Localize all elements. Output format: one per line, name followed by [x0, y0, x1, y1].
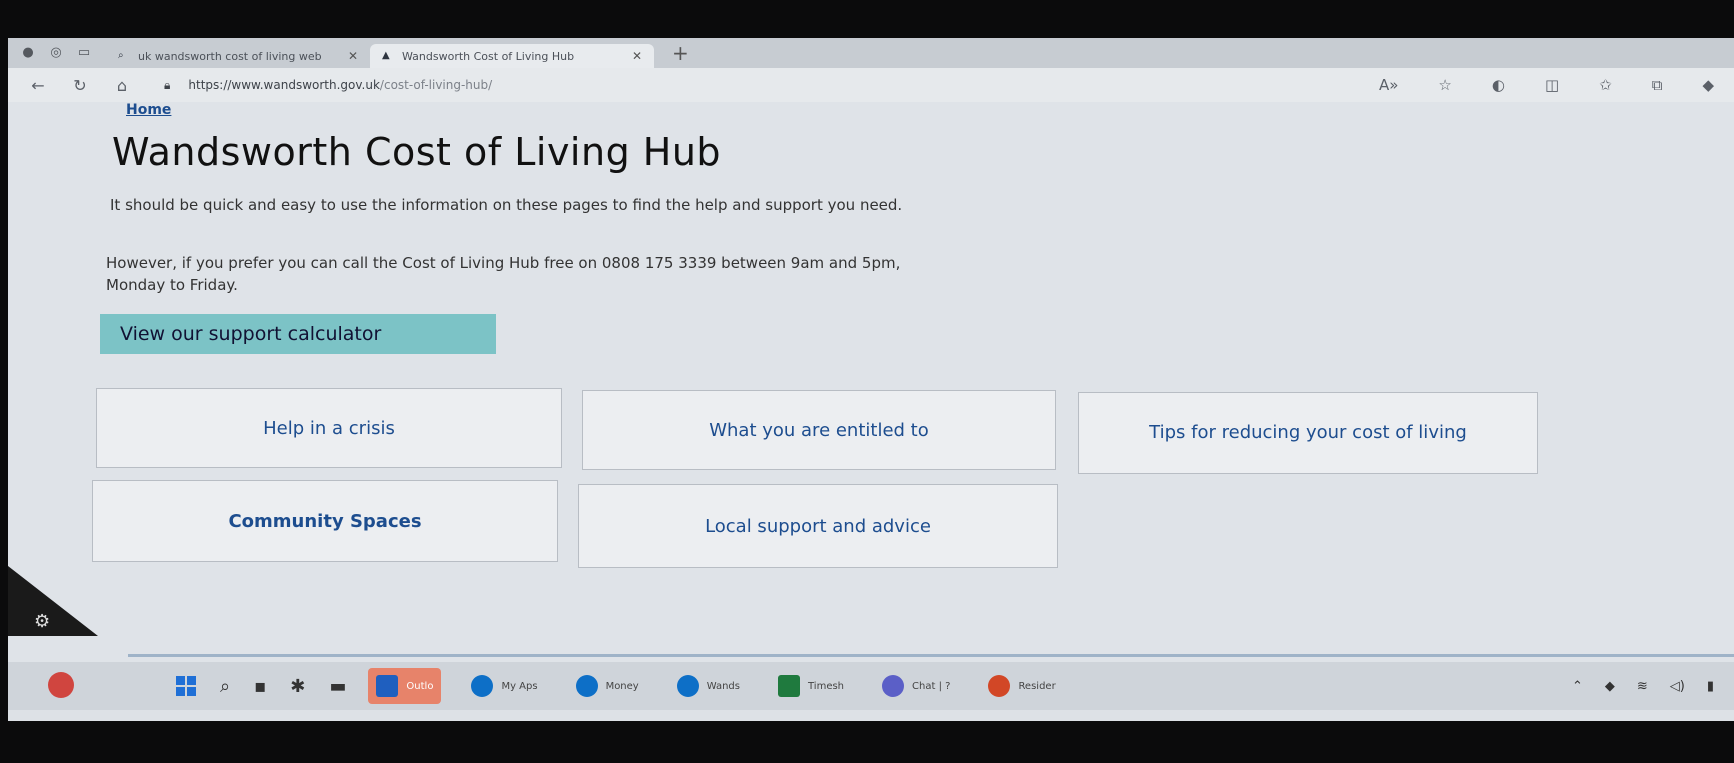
tab-bar: ● ◎ ▭ ⌕ uk wandsworth cost of living web… [8, 38, 1734, 68]
browser-toolbar: A» ☆ ◐ ◫ ✩ ⧉ ◆ [1339, 68, 1714, 102]
edge-icon [575, 675, 598, 697]
profile-icon[interactable]: ● [20, 45, 36, 61]
taskbar-app-label: Money [605, 680, 639, 692]
teams-icon[interactable]: ✱ [290, 676, 305, 697]
taskbar-app-label: Timesh [808, 680, 845, 692]
tile-reducing-cost[interactable]: Tips for reducing your cost of living [1078, 392, 1538, 474]
url-path: /cost-of-living-hub/ [379, 78, 493, 92]
tile-entitled-to[interactable]: What you are entitled to [582, 390, 1056, 470]
edge-icon [471, 675, 494, 697]
new-tab-icon[interactable]: + [672, 41, 689, 65]
outlook-icon [376, 675, 399, 697]
extension-icon[interactable]: ◐ [1492, 76, 1505, 94]
home-icon[interactable]: ⌂ [110, 76, 134, 95]
support-calculator-button[interactable]: View our support calculator [100, 314, 496, 354]
read-aloud-icon[interactable]: A» [1379, 76, 1398, 94]
tab-search[interactable]: ⌕ uk wandsworth cost of living web ✕ [106, 44, 370, 68]
taskbar-app-outlook[interactable]: Outlo [368, 668, 442, 704]
taskbar-app-wands[interactable]: Wands [669, 668, 748, 704]
taskbar: ⌕ ▪ ✱ ▬ Outlo My Aps Money Wands Timesh … [8, 662, 1734, 710]
weather-icon[interactable] [48, 672, 74, 698]
tab-actions-icon[interactable]: ▭ [76, 45, 92, 61]
teams-icon [882, 675, 905, 697]
taskbar-app-resider[interactable]: Resider [980, 668, 1063, 704]
edge-icon [676, 675, 699, 697]
refresh-icon[interactable]: ↻ [68, 76, 92, 95]
tile-local-support[interactable]: Local support and advice [578, 484, 1058, 568]
collections-icon[interactable]: ⧉ [1652, 76, 1663, 94]
site-favicon-icon: ▲ [382, 50, 390, 61]
tile-help-in-crisis[interactable]: Help in a crisis [96, 388, 562, 468]
taskbar-app-label: Resider [1018, 680, 1056, 692]
taskbar-app-label: Wands [706, 680, 740, 692]
powerpoint-icon [988, 675, 1011, 697]
start-button[interactable] [176, 676, 196, 696]
page-title: Wandsworth Cost of Living Hub [112, 130, 722, 174]
favorites-icon[interactable]: ✩ [1599, 76, 1612, 94]
taskbar-app-chat[interactable]: Chat | ? [874, 668, 958, 704]
workspaces-icon[interactable]: ◎ [48, 45, 64, 61]
taskbar-app-label: Outlo [406, 680, 434, 692]
favorite-star-icon[interactable]: ☆ [1438, 76, 1451, 94]
phone-text: However, if you prefer you can call the … [106, 254, 901, 294]
system-tray: ⌃ ◆ ≋ ◁) ▮ [1550, 662, 1714, 710]
settings-corner [8, 566, 98, 636]
url-host: https://www.wandsworth.gov.uk [188, 78, 380, 92]
excel-icon [778, 675, 800, 697]
close-tab-icon[interactable]: ✕ [348, 49, 358, 63]
divider [128, 654, 1734, 657]
back-icon[interactable]: ← [26, 76, 50, 95]
wifi-icon[interactable]: ≋ [1637, 679, 1648, 694]
taskbar-app-money[interactable]: Money [568, 668, 647, 704]
search-icon: ⌕ [118, 50, 124, 61]
copilot-icon[interactable]: ◆ [1702, 76, 1714, 94]
search-icon[interactable]: ⌕ [220, 676, 230, 697]
url-field[interactable]: 🔒︎ https://www.wandsworth.gov.uk /cost-o… [164, 78, 492, 93]
taskbar-app-timesh[interactable]: Timesh [770, 668, 852, 704]
tab-search-label: uk wandsworth cost of living web [138, 49, 322, 63]
taskbar-app-label: Chat | ? [912, 680, 951, 692]
tile-community-spaces[interactable]: Community Spaces [92, 480, 558, 562]
volume-icon[interactable]: ◁) [1670, 679, 1685, 694]
gear-icon[interactable]: ⚙ [34, 611, 50, 632]
taskbar-app-myapps[interactable]: My Aps [463, 668, 545, 704]
file-explorer-icon[interactable]: ▬ [329, 676, 346, 697]
battery-icon[interactable]: ▮ [1707, 679, 1714, 694]
task-view-icon[interactable]: ▪ [254, 676, 266, 697]
security-icon[interactable]: ◆ [1605, 679, 1615, 694]
split-screen-icon[interactable]: ◫ [1545, 76, 1559, 94]
close-tab-icon[interactable]: ✕ [632, 49, 642, 63]
tab-wandsworth[interactable]: ▲ Wandsworth Cost of Living Hub ✕ [370, 44, 654, 68]
lock-icon[interactable]: 🔒︎ [164, 78, 170, 93]
taskbar-app-label: My Aps [501, 680, 538, 692]
intro-text: It should be quick and easy to use the i… [110, 196, 903, 214]
page-content: Home Wandsworth Cost of Living Hub It sh… [8, 102, 1734, 662]
screen: ● ◎ ▭ ⌕ uk wandsworth cost of living web… [8, 38, 1734, 721]
breadcrumb-home[interactable]: Home [126, 102, 171, 118]
chevron-up-icon[interactable]: ⌃ [1572, 679, 1583, 694]
address-bar: ← ↻ ⌂ 🔒︎ https://www.wandsworth.gov.uk /… [8, 68, 1734, 102]
tab-wandsworth-label: Wandsworth Cost of Living Hub [402, 49, 575, 63]
